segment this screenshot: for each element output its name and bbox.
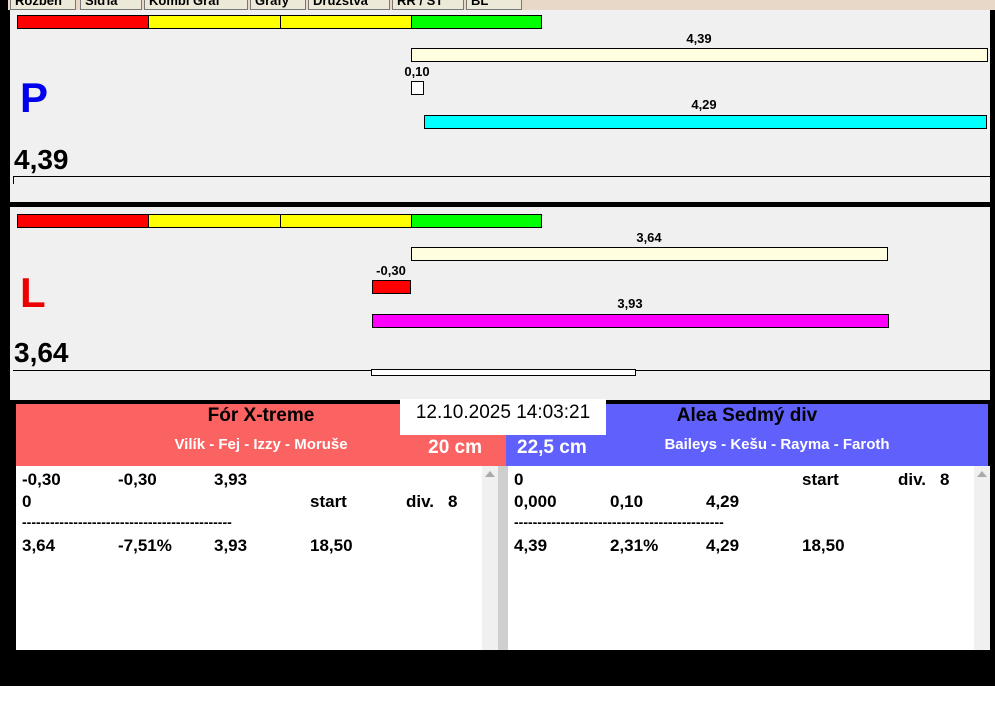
bar-bottom-value: 4,29 — [691, 97, 717, 112]
desktop-background — [0, 686, 995, 716]
team-left-distance: 20 cm — [428, 437, 482, 458]
result-panel-left: -0,30 -0,30 3,93 0 start div. 8 --------… — [16, 466, 482, 650]
result-cell: 8 — [940, 470, 950, 489]
team-right-distance: 22,5 cm — [517, 437, 587, 458]
result-cell: div. — [406, 492, 435, 511]
window-edge — [990, 10, 995, 650]
result-cell: 0,000 — [514, 492, 557, 511]
scale-yellow-segment — [148, 214, 281, 228]
bar-diff-value: 0,10 — [404, 64, 430, 79]
result-separator: ----------------------------------------… — [22, 514, 232, 530]
result-bar-magenta — [372, 314, 889, 328]
result-cell: -0,30 — [118, 470, 157, 489]
result-cell: 0,10 — [610, 492, 644, 511]
lane-track-tick — [13, 176, 14, 184]
result-cell: 4,29 — [706, 492, 740, 511]
result-cell: 18,50 — [310, 536, 353, 555]
scale-yellow-segment — [280, 15, 412, 29]
result-bar-cyan — [424, 115, 987, 129]
tab-grafy[interactable]: Grafy — [250, 0, 306, 10]
lane-letter: L — [20, 269, 46, 316]
lane-progress-box — [371, 369, 636, 376]
result-cell: start — [802, 470, 839, 489]
result-cell: 18,50 — [802, 536, 845, 555]
result-cell: 0 — [22, 492, 32, 511]
result-cell: -7,51% — [118, 536, 172, 555]
scale-green-segment — [411, 214, 542, 228]
scale-red-segment — [17, 15, 149, 29]
result-cell: 3,93 — [214, 536, 248, 555]
result-panel-right-scrollbar[interactable] — [974, 466, 990, 650]
result-cell: 8 — [448, 492, 458, 511]
lane-l: 3,64 -0,30 3,93 L 3,64 — [10, 207, 990, 400]
diff-bar — [411, 81, 424, 95]
result-cell: 4,29 — [706, 536, 740, 555]
panel-divider — [498, 466, 508, 650]
lane-track-line — [13, 176, 990, 177]
result-cell: 3,93 — [214, 470, 248, 489]
result-bar-cream — [411, 247, 888, 261]
tab-rozbeh[interactable]: Rozběh — [10, 0, 76, 10]
scale-green-segment — [411, 15, 542, 29]
result-cell: 3,64 — [22, 536, 56, 555]
bar-bottom-value: 3,93 — [617, 296, 643, 311]
result-cell: -0,30 — [22, 470, 61, 489]
result-bar-cream — [411, 48, 988, 62]
tab-bar: Rozběh Síďla Kombi Graf Grafy Družstva R… — [8, 0, 995, 10]
tab-bl[interactable]: BL — [466, 0, 522, 10]
lane-score: 3,64 — [14, 337, 69, 368]
scale-red-segment — [17, 214, 149, 228]
result-cell: 2,31% — [610, 536, 659, 555]
bar-top-value: 3,64 — [636, 230, 662, 245]
scroll-up-icon[interactable] — [977, 471, 987, 477]
lane-letter: P — [20, 74, 49, 121]
tab-druzstva[interactable]: Družstva — [308, 0, 390, 10]
result-separator: ----------------------------------------… — [514, 514, 724, 530]
bar-top-value: 4,39 — [686, 31, 712, 46]
tab-sidla[interactable]: Síďla — [80, 0, 142, 10]
scale-yellow-segment — [280, 214, 412, 228]
result-cell: 4,39 — [514, 536, 548, 555]
lane-score: 4,39 — [14, 144, 69, 175]
bar-diff-value: -0,30 — [376, 263, 406, 278]
datetime-display: 12.10.2025 14:03:21 — [400, 399, 606, 435]
result-panel-right: 0 start div. 8 0,000 0,10 4,29 ---------… — [508, 466, 974, 650]
scale-yellow-segment — [148, 15, 281, 29]
tab-kombi-graf[interactable]: Kombi Graf — [144, 0, 248, 10]
result-cell: start — [310, 492, 347, 511]
diff-bar — [372, 280, 411, 294]
tab-rr-st[interactable]: RR / ST — [392, 0, 464, 10]
scroll-up-icon[interactable] — [485, 471, 495, 477]
result-panel-left-scrollbar[interactable] — [482, 466, 498, 650]
result-cell: 0 — [514, 470, 524, 489]
lane-p: 4,39 0,10 4,29 P 4,39 — [10, 10, 990, 202]
result-cell: div. — [898, 470, 927, 489]
